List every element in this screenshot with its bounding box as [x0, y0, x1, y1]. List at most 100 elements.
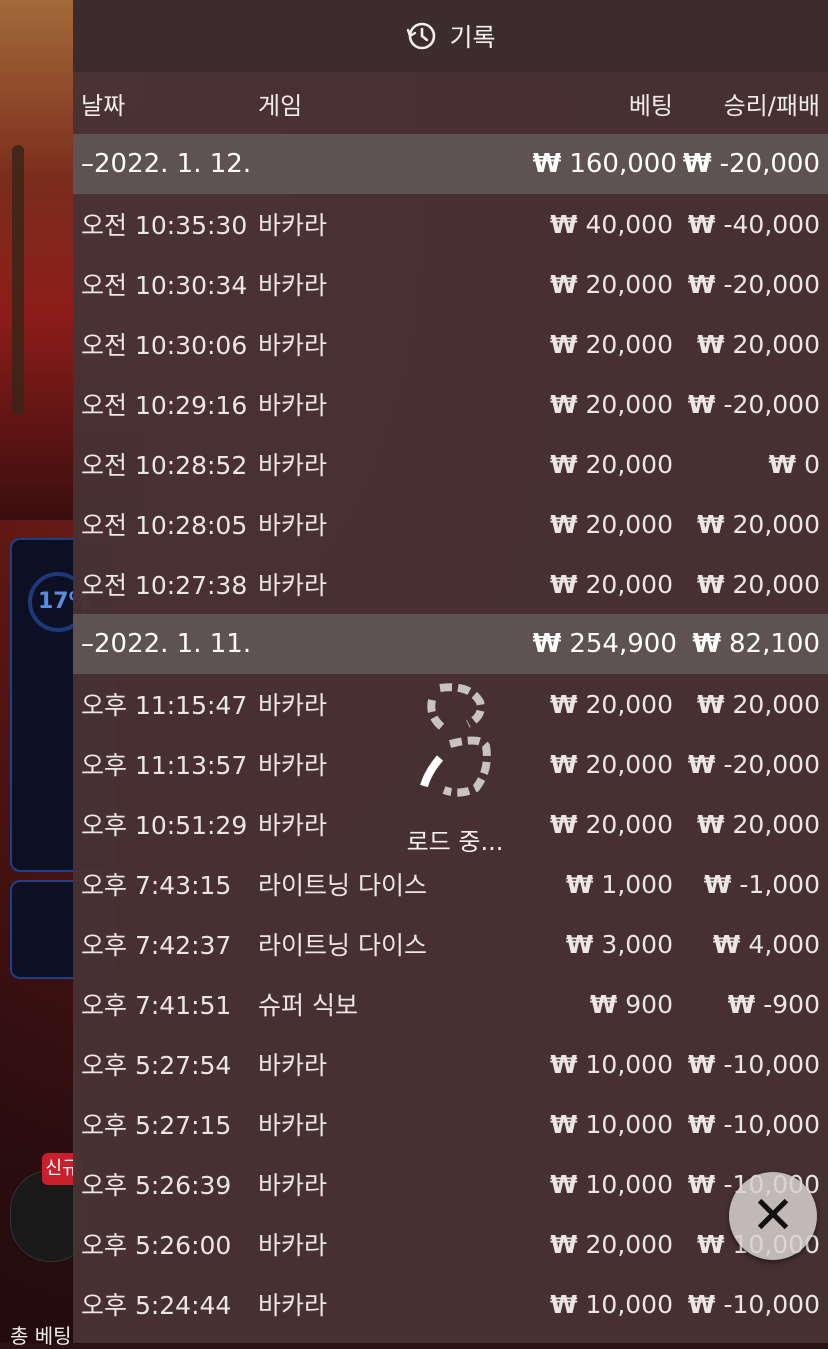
history-row[interactable]: 오전 10:29:16 바카라 ₩20,000 ₩ -20,000 [73, 374, 828, 434]
row-bet-value: 40,000 [585, 209, 673, 239]
currency-symbol: ₩ [549, 509, 578, 539]
row-bet-value: 20,000 [585, 389, 673, 419]
row-time: 오후 7:41:51 [81, 991, 232, 1020]
row-time: 오후 11:15:47 [81, 691, 248, 720]
currency-symbol: ₩ [549, 689, 578, 719]
row-time: 오후 10:51:29 [81, 811, 248, 840]
row-winloss-value: 4,000 [748, 929, 820, 959]
currency-symbol: ₩ [692, 629, 722, 659]
row-time: 오전 10:30:06 [81, 331, 248, 360]
group-winloss: ₩ -20,000 [677, 149, 828, 179]
row-time: 오후 5:26:39 [81, 1171, 232, 1200]
currency-symbol: ₩ [549, 749, 578, 779]
row-winloss: ₩ -20,000 [673, 390, 828, 419]
row-time: 오후 7:42:37 [81, 931, 232, 960]
history-row[interactable]: 오후 7:42:37 라이트닝 다이스 ₩3,000 ₩4,000 [73, 914, 828, 974]
history-row[interactable]: 오후 5:27:15 바카라 ₩10,000 ₩ -10,000 [73, 1094, 828, 1154]
currency-symbol: ₩ [696, 509, 725, 539]
row-time: 오후 5:27:54 [81, 1051, 232, 1080]
currency-symbol: ₩ [687, 749, 716, 779]
group-bet-value: 160,000 [569, 149, 677, 179]
close-button[interactable]: ✕ [729, 1172, 817, 1260]
row-game: 라이트닝 다이스 [258, 931, 427, 960]
history-row[interactable]: 오전 10:27:38 바카라 ₩20,000 ₩20,000 [73, 554, 828, 614]
row-winloss: ₩ -1,000 [673, 870, 828, 899]
row-winloss-value: 20,000 [732, 809, 820, 839]
date-group-row[interactable]: –2022. 1. 12. ₩160,000 ₩ -20,000 [73, 134, 828, 194]
currency-symbol: ₩ [549, 1169, 578, 1199]
row-winloss: ₩ -20,000 [673, 750, 828, 779]
history-row[interactable]: 오후 5:26:00바카라₩20,000₩10,000 [73, 1214, 828, 1274]
row-winloss-value: 0 [804, 449, 820, 479]
history-row[interactable]: 오후 5:27:54 바카라 ₩10,000 ₩ -10,000 [73, 1034, 828, 1094]
row-bet-value: 20,000 [585, 329, 673, 359]
row-bet: ₩20,000 [453, 390, 673, 419]
row-winloss-value: -20,000 [723, 269, 821, 299]
currency-symbol: ₩ [549, 569, 578, 599]
history-row[interactable]: 오후 5:24:44 바카라 ₩10,000 ₩ -10,000 [73, 1274, 828, 1334]
row-time: 오전 10:28:05 [81, 511, 248, 540]
row-game: 바카라 [258, 211, 328, 240]
total-bet-label: 총 베팅 [10, 1324, 72, 1348]
row-bet-value: 20,000 [585, 509, 673, 539]
row-winloss-value: -10,000 [723, 1289, 821, 1319]
currency-symbol: ₩ [687, 209, 716, 239]
row-time: 오전 10:28:52 [81, 451, 248, 480]
row-bet: ₩20,000 [453, 1230, 673, 1259]
row-time: 오전 10:27:38 [81, 571, 248, 600]
row-game: 슈퍼 식보 [258, 991, 358, 1020]
currency-symbol: ₩ [549, 1289, 578, 1319]
row-winloss-value: -10,000 [723, 1109, 821, 1139]
column-game: 게임 [258, 91, 303, 120]
currency-symbol: ₩ [696, 569, 725, 599]
row-bet-value: 20,000 [585, 449, 673, 479]
currency-symbol: ₩ [565, 869, 594, 899]
row-winloss: ₩20,000 [673, 570, 828, 599]
currency-symbol: ₩ [687, 269, 716, 299]
currency-symbol: ₩ [687, 1049, 716, 1079]
row-game: 바카라 [258, 1291, 328, 1320]
date-group-row[interactable]: –2022. 1. 11. ₩254,900 ₩82,100 [73, 614, 828, 674]
column-bet: 베팅 [628, 91, 673, 120]
row-winloss-value: 20,000 [732, 569, 820, 599]
row-winloss: ₩20,000 [673, 810, 828, 839]
history-row[interactable]: 오전 10:30:34 바카라 ₩20,000 ₩ -20,000 [73, 254, 828, 314]
column-headers: 날짜 게임 베팅 승리/패배 [73, 72, 828, 134]
history-row[interactable]: 오후 5:26:39바카라₩10,000₩-10,000 [73, 1154, 828, 1214]
history-row[interactable]: 오전 10:28:05 바카라 ₩20,000 ₩20,000 [73, 494, 828, 554]
history-row[interactable]: 오전 10:30:06 바카라 ₩20,000 ₩20,000 [73, 314, 828, 374]
row-bet: ₩3,000 [453, 930, 673, 959]
group-winloss-value: 82,100 [729, 629, 820, 659]
row-game: 라이트닝 다이스 [258, 871, 427, 900]
group-winloss-value: -20,000 [719, 149, 820, 179]
group-winloss: ₩82,100 [677, 629, 828, 659]
history-row[interactable]: 오전 10:35:30 바카라 ₩40,000 ₩ -40,000 [73, 194, 828, 254]
currency-symbol: ₩ [687, 1169, 716, 1199]
row-winloss: ₩20,000 [673, 330, 828, 359]
row-winloss: ₩4,000 [673, 930, 828, 959]
history-row[interactable]: 오후 7:41:51 슈퍼 식보 ₩900 ₩ -900 [73, 974, 828, 1034]
row-winloss: ₩-10,000 [673, 1110, 828, 1139]
row-game: 바카라 [258, 1111, 328, 1140]
row-winloss: ₩20,000 [673, 690, 828, 719]
history-row[interactable]: 오전 10:28:52 바카라 ₩20,000 ₩0 [73, 434, 828, 494]
currency-symbol: ₩ [532, 149, 562, 179]
currency-symbol: ₩ [549, 329, 578, 359]
row-time: 오후 5:24:44 [81, 1291, 232, 1320]
row-bet-value: 20,000 [585, 569, 673, 599]
row-winloss-value: 20,000 [732, 509, 820, 539]
row-bet: ₩40,000 [453, 210, 673, 239]
history-icon [405, 20, 437, 52]
group-date: –2022. 1. 11. [81, 629, 252, 659]
row-bet-value: 10,000 [585, 1109, 673, 1139]
row-winloss: ₩-10,000 [673, 1050, 828, 1079]
group-bet: ₩160,000 [463, 149, 677, 179]
history-row[interactable]: 오후 7:43:15 라이트닝 다이스 ₩1,000 ₩ -1,000 [73, 854, 828, 914]
currency-symbol: ₩ [549, 1229, 578, 1259]
currency-symbol: ₩ [696, 809, 725, 839]
row-game: 바카라 [258, 571, 328, 600]
row-winloss-value: 20,000 [732, 689, 820, 719]
row-winloss-value: -900 [763, 989, 820, 1019]
currency-symbol: ₩ [549, 269, 578, 299]
currency-symbol: ₩ [727, 989, 756, 1019]
